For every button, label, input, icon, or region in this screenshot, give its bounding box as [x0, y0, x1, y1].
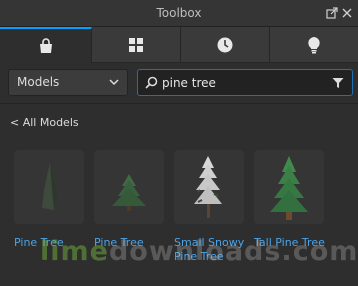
model-thumbnail [94, 150, 164, 224]
category-dropdown[interactable]: Models [8, 69, 128, 96]
watermark-part2: downloads.com [108, 236, 358, 267]
title-bar: Toolbox [0, 0, 358, 27]
tab-creations[interactable] [270, 27, 358, 63]
pine-tree-thumbnail-icon [112, 174, 146, 211]
tall-pine-tree-thumbnail-icon [270, 156, 308, 220]
search-row: Models [0, 63, 358, 103]
window-title: Toolbox [156, 6, 202, 20]
result-card[interactable]: Pine Tree [14, 150, 88, 250]
undock-icon[interactable] [326, 7, 338, 19]
tab-inventory[interactable] [92, 27, 181, 63]
back-to-all-models-link[interactable]: < All Models [10, 116, 79, 129]
model-thumbnail [174, 150, 244, 224]
result-card[interactable]: Tall Pine Tree [254, 150, 328, 250]
divider [0, 103, 358, 104]
model-thumbnail [14, 150, 84, 224]
model-thumbnail [254, 150, 324, 224]
search-box [137, 69, 353, 96]
search-input[interactable] [162, 72, 322, 93]
category-dropdown-value: Models [17, 75, 60, 89]
watermark: limedownloads.com [40, 236, 358, 267]
toolbox-tabs [0, 27, 358, 63]
search-icon [145, 76, 158, 89]
result-card[interactable]: Pine Tree [94, 150, 168, 250]
snowy-pine-tree-thumbnail-icon [194, 156, 222, 218]
watermark-part1: lime [40, 236, 109, 267]
tab-marketplace[interactable] [0, 27, 92, 63]
tab-recent[interactable] [181, 27, 270, 63]
pine-tree-thumbnail-icon [42, 162, 58, 210]
filter-icon[interactable] [332, 77, 344, 89]
grid-icon [129, 37, 143, 52]
lightbulb-icon [308, 36, 320, 53]
chevron-down-icon [109, 79, 119, 86]
close-icon[interactable] [341, 7, 353, 19]
shopping-bag-icon [39, 38, 52, 53]
clock-icon [217, 37, 233, 52]
